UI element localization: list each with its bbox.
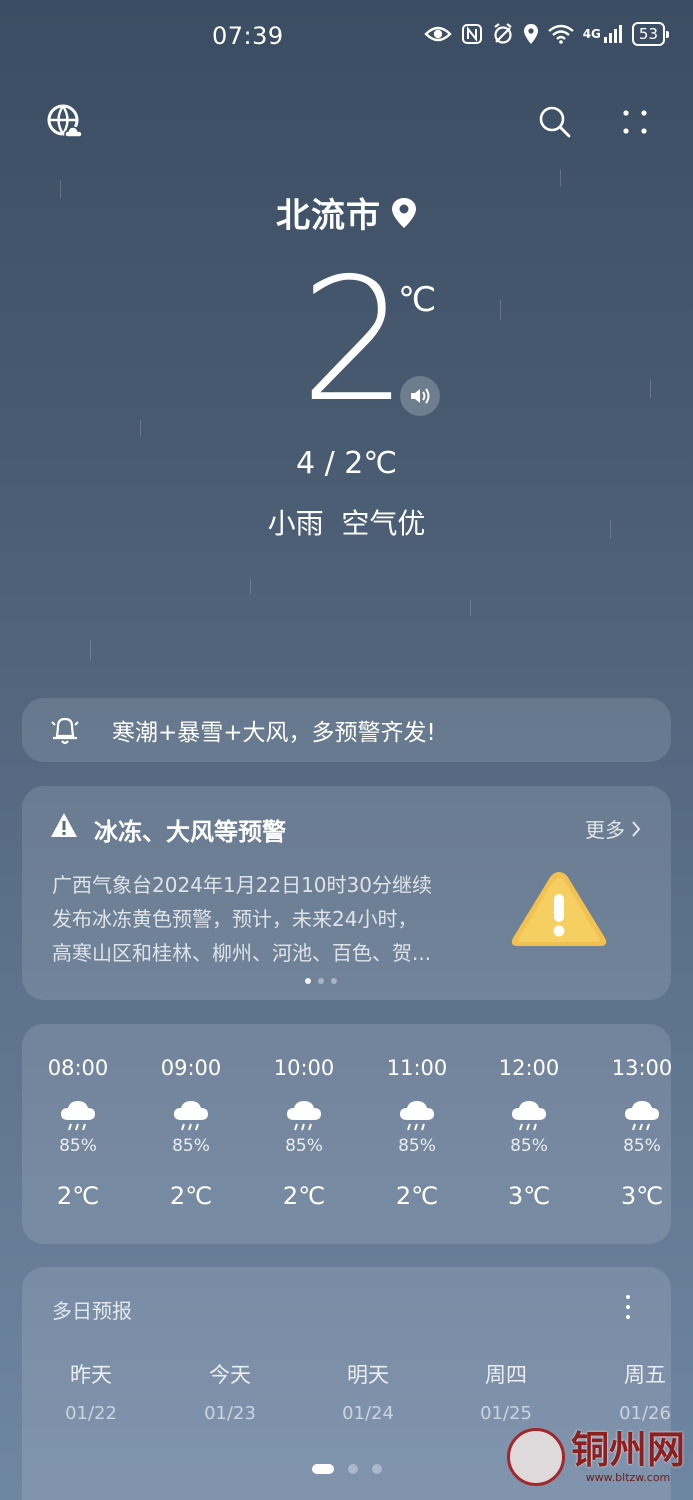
hour-time: 11:00	[386, 1056, 448, 1080]
hour-item: 11:00 85% 2℃	[372, 1024, 462, 1244]
hour-precip: 85%	[398, 1136, 436, 1156]
city-manage-button[interactable]	[43, 100, 87, 144]
day-item[interactable]: 周四 01/25	[456, 1359, 556, 1424]
warning-triangle-icon	[51, 813, 77, 837]
signal-icon: 4G	[583, 22, 623, 46]
watermark: 铜州网 www.bltzw.com	[506, 1426, 685, 1486]
day-item[interactable]: 周五 01/26	[595, 1359, 693, 1424]
alert-line: 广西气象台2024年1月22日10时30分继续	[52, 873, 432, 897]
day-name: 今天	[209, 1363, 251, 1387]
watermark-text: 铜州网	[570, 1426, 685, 1472]
watermark-url: www.bltzw.com	[585, 1470, 671, 1484]
watermark-seal	[506, 1428, 565, 1486]
rain-cloud-icon	[287, 1101, 321, 1131]
hour-temp: 3℃	[620, 1182, 664, 1210]
eye-icon	[424, 22, 452, 46]
yellow-warning-icon	[511, 872, 607, 946]
hourly-forecast-card[interactable]: 08:00 85% 2℃ 09:00 85% 2℃ 10:00 85% 2℃ 1…	[22, 1024, 672, 1244]
day-item[interactable]: 明天 01/24	[318, 1359, 418, 1424]
hour-precip: 85%	[59, 1136, 97, 1156]
hour-time: 13:00	[611, 1056, 673, 1080]
daily-title: 多日预报	[52, 1299, 132, 1323]
hour-item: 08:00 85% 2℃	[33, 1024, 123, 1244]
current-temperature: 2	[300, 242, 409, 440]
globe-cloud-icon	[47, 104, 83, 138]
voice-broadcast-button[interactable]	[400, 376, 440, 416]
hour-temp: 2℃	[169, 1182, 213, 1210]
city-name: 北流市	[276, 196, 381, 236]
day-date: 01/22	[65, 1403, 117, 1424]
alert-more-link[interactable]: 更多	[585, 814, 641, 843]
wifi-icon	[547, 22, 574, 46]
hour-precip: 85%	[623, 1136, 661, 1156]
alert-pager	[305, 978, 337, 984]
hour-precip: 85%	[510, 1136, 548, 1156]
network-type: 4G	[582, 27, 601, 41]
daily-more-button[interactable]	[623, 1295, 633, 1319]
more-menu-button[interactable]	[613, 100, 657, 144]
speaker-icon	[411, 388, 430, 404]
four-dots-icon	[623, 110, 647, 134]
chevron-right-icon	[632, 820, 641, 837]
hour-temp: 3℃	[507, 1182, 551, 1210]
rain-cloud-icon	[61, 1101, 95, 1131]
day-name: 周五	[624, 1363, 666, 1387]
temperature-unit: ℃	[398, 280, 437, 320]
hour-temp: 2℃	[395, 1182, 439, 1210]
hour-temp: 2℃	[282, 1182, 326, 1210]
hour-time: 10:00	[273, 1056, 335, 1080]
location-pin-icon	[392, 197, 416, 228]
hour-temp: 2℃	[56, 1182, 100, 1210]
day-date: 01/24	[342, 1403, 394, 1424]
alert-title: 冰冻、大风等预警	[94, 818, 286, 846]
search-button[interactable]	[533, 100, 577, 144]
day-item[interactable]: 今天 01/23	[180, 1359, 280, 1424]
day-name: 明天	[347, 1363, 389, 1387]
banner-text: 寒潮+暴雪+大风，多预警齐发!	[112, 720, 436, 746]
location-icon	[523, 22, 539, 46]
rain-cloud-icon	[174, 1101, 208, 1131]
alert-description: 广西气象台2024年1月22日10时30分继续 发布冰冻黄色预警，预计，未来24…	[52, 868, 482, 970]
battery-indicator: 53	[631, 22, 670, 46]
alert-line: 高寒山区和桂林、柳州、河池、百色、贺...	[52, 941, 432, 965]
status-time: 07:39	[212, 22, 284, 50]
hour-item: 10:00 85% 2℃	[259, 1024, 349, 1244]
news-banner[interactable]: 寒潮+暴雪+大风，多预警齐发!	[22, 698, 671, 762]
temperature-range: 4 / 2℃	[295, 446, 398, 481]
rain-cloud-icon	[512, 1101, 546, 1131]
weather-alert-card[interactable]: 冰冻、大风等预警 更多 广西气象台2024年1月22日10时30分继续 发布冰冻…	[22, 786, 671, 1000]
hour-time: 09:00	[160, 1056, 222, 1080]
hour-item: 09:00 85% 2℃	[146, 1024, 236, 1244]
status-bar: 07:39 4G 53	[0, 0, 693, 76]
hour-precip: 85%	[172, 1136, 210, 1156]
day-date: 01/23	[204, 1403, 256, 1424]
hour-time: 08:00	[47, 1056, 109, 1080]
day-item[interactable]: 昨天 01/22	[41, 1359, 141, 1424]
rain-cloud-icon	[400, 1101, 434, 1131]
alarm-off-icon	[492, 22, 514, 46]
hour-time: 12:00	[498, 1056, 560, 1080]
status-icons: 4G 53	[424, 22, 670, 46]
day-date: 01/26	[619, 1403, 671, 1424]
alert-line: 发布冰冻黄色预警，预计，未来24小时，	[52, 907, 418, 931]
hour-item: 13:00 85% 3℃	[597, 1024, 687, 1244]
hour-item: 12:00 85% 3℃	[484, 1024, 574, 1244]
bell-alert-icon	[51, 717, 79, 745]
day-name: 昨天	[70, 1363, 112, 1387]
alert-more-label: 更多	[585, 818, 625, 842]
day-date: 01/25	[480, 1403, 532, 1424]
day-name: 周四	[485, 1363, 527, 1387]
hour-precip: 85%	[285, 1136, 323, 1156]
weather-condition: 小雨 空气优	[267, 507, 426, 540]
search-icon	[539, 106, 571, 138]
rain-cloud-icon	[625, 1101, 659, 1131]
city-header[interactable]: 北流市	[0, 188, 693, 237]
nfc-icon	[461, 22, 483, 46]
